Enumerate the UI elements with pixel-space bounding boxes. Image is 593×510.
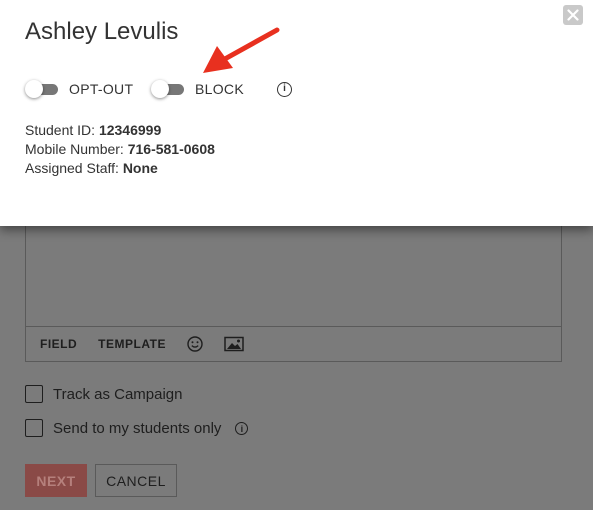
block-toggle[interactable] [151, 80, 184, 98]
send-to-my-students-row: Send to my students only i [25, 419, 249, 437]
info-icon[interactable]: i [277, 82, 292, 97]
track-campaign-label: Track as Campaign [53, 385, 183, 403]
opt-out-label: OPT-OUT [69, 81, 134, 97]
send-to-my-students-checkbox[interactable] [25, 419, 43, 437]
annotation-arrow-icon [203, 27, 280, 73]
student-modal: Ashley Levulis OPT-OUT BLOCK i Student I… [0, 0, 593, 226]
close-icon [567, 9, 579, 21]
opt-out-toggle[interactable] [25, 80, 58, 98]
student-details: Student ID: 12346999 Mobile Number: 716-… [25, 121, 215, 178]
smiley-icon[interactable] [187, 336, 203, 352]
cancel-button[interactable]: CANCEL [95, 464, 177, 497]
composer-toolbar: FIELD TEMPLATE [26, 326, 561, 361]
send-to-my-students-label: Send to my students only [53, 419, 222, 437]
assigned-staff-value: None [122, 160, 158, 176]
assigned-staff-row: Assigned Staff: None [25, 160, 158, 176]
next-button[interactable]: NEXT [25, 464, 87, 497]
close-button[interactable] [563, 5, 583, 25]
template-button[interactable]: TEMPLATE [98, 337, 166, 351]
opt-out-toggle-row: OPT-OUT [25, 80, 133, 98]
field-button[interactable]: FIELD [40, 337, 77, 351]
student-id-row: Student ID: 12346999 [25, 122, 162, 138]
mobile-number-row: Mobile Number: 716-581-0608 [25, 141, 215, 157]
message-composer[interactable]: FIELD TEMPLATE [25, 220, 562, 362]
track-campaign-checkbox[interactable] [25, 385, 43, 403]
block-label: BLOCK [195, 81, 244, 97]
info-icon[interactable]: i [235, 421, 249, 435]
mobile-number-value: 716-581-0608 [127, 141, 215, 157]
student-id-value: 12346999 [98, 122, 162, 138]
modal-title: Ashley Levulis [25, 18, 179, 45]
track-campaign-row: Track as Campaign [25, 385, 183, 403]
block-toggle-row: BLOCK [151, 80, 244, 98]
image-icon[interactable] [224, 336, 244, 352]
